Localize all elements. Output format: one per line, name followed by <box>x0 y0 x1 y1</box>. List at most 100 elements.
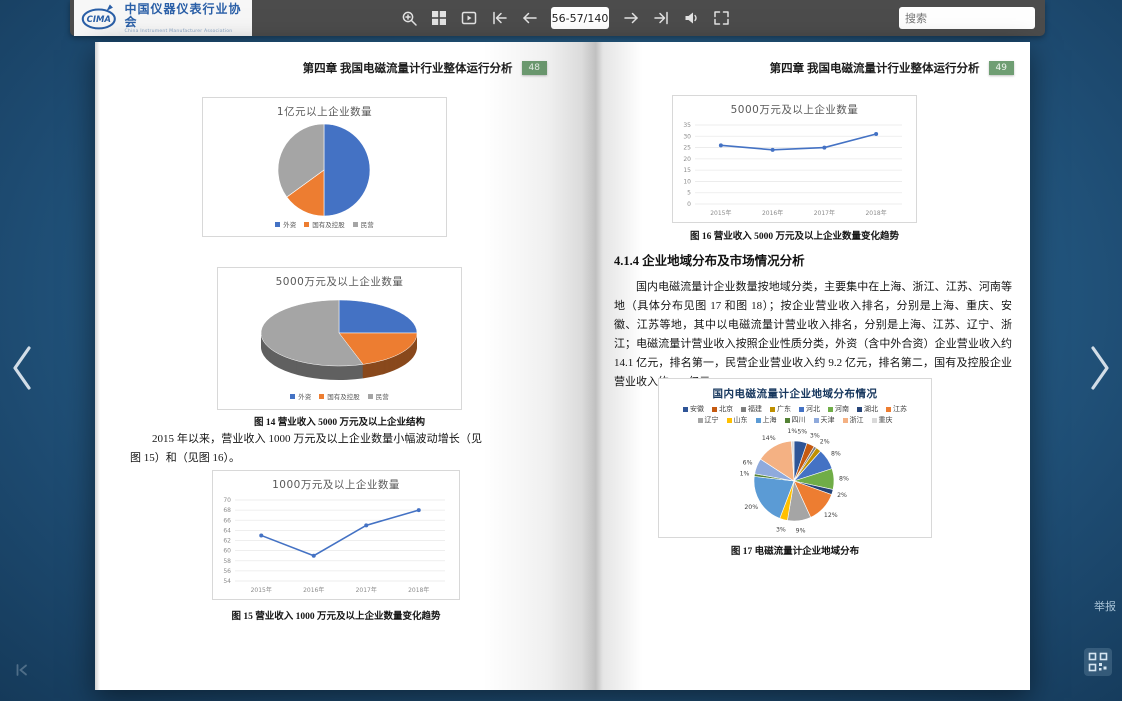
next-spread-arrow[interactable] <box>1080 340 1120 396</box>
ghost-first-page-button[interactable] <box>14 662 30 682</box>
svg-text:68: 68 <box>223 507 231 514</box>
last-page-icon <box>653 10 670 26</box>
fig14-chart: 5000万元及以上企业数量 外资国有及控股民营 <box>217 267 462 410</box>
legend-item: 河北 <box>799 404 820 414</box>
right-chapter-title: 第四章 我国电磁流量计行业整体运行分析 <box>770 60 980 76</box>
fig16-title: 5000万元及以上企业数量 <box>731 102 859 117</box>
svg-text:54: 54 <box>223 578 231 585</box>
next-page-icon <box>623 10 640 26</box>
fig16-caption: 图 16 营业收入 5000 万元及以上企业数量变化趋势 <box>672 228 917 242</box>
legend-swatch <box>785 418 790 423</box>
legend-item: 民营 <box>368 391 389 401</box>
svg-text:2015年: 2015年 <box>710 209 731 217</box>
logo-org-name-cn: 中国仪器仪表行业协会 <box>124 3 247 29</box>
svg-text:20%: 20% <box>744 504 758 511</box>
first-page-button[interactable] <box>487 6 511 30</box>
svg-text:64: 64 <box>223 527 231 534</box>
right-page-header: 第四章 我国电磁流量计行业整体运行分析 49 <box>770 60 1014 76</box>
qr-code-icon <box>1088 652 1108 672</box>
svg-text:2017年: 2017年 <box>814 209 835 217</box>
svg-text:62: 62 <box>223 538 231 545</box>
svg-text:8%: 8% <box>839 476 849 483</box>
next-page-button[interactable] <box>619 6 643 30</box>
legend-item: 民营 <box>353 219 374 229</box>
thumbnails-icon <box>431 10 447 26</box>
page-indicator-input[interactable] <box>551 7 609 29</box>
fig13-legend: 外资国有及控股民营 <box>275 219 374 229</box>
toolbar: CIMA 中国仪器仪表行业协会 China Instrument Manufac… <box>70 0 1045 36</box>
left-page-number-badge: 48 <box>522 61 547 75</box>
legend-swatch <box>368 394 373 399</box>
page-49[interactable]: 第四章 我国电磁流量计行业整体运行分析 49 5000万元及以上企业数量 0 5 1… <box>563 42 1030 690</box>
last-page-button[interactable] <box>649 6 673 30</box>
search-input[interactable] <box>905 12 1050 25</box>
svg-text:9%: 9% <box>796 528 806 535</box>
search-box <box>899 7 1035 29</box>
fig13-chart: 1亿元以上企业数量 外资国有及控股民营 <box>202 97 447 237</box>
fig15-line-chart: 5456586062646668702015年2016年2017年2018年 <box>213 492 459 597</box>
slideshow-button[interactable] <box>457 6 481 30</box>
legend-swatch <box>683 407 688 412</box>
legend-item: 广东 <box>770 404 791 414</box>
prev-page-icon <box>521 10 538 26</box>
legend-swatch <box>727 418 732 423</box>
sound-button[interactable] <box>679 6 703 30</box>
legend-swatch <box>843 418 848 423</box>
svg-text:2018年: 2018年 <box>865 209 886 217</box>
fullscreen-icon <box>713 10 730 26</box>
chevron-right-icon <box>1087 344 1113 392</box>
page-48[interactable]: 第四章 我国电磁流量计行业整体运行分析 48 1亿元以上企业数量 外资国有及控股… <box>95 42 563 690</box>
fig15-chart: 1000万元及以上企业数量 5456586062646668702015年201… <box>212 470 460 600</box>
legend-swatch <box>756 418 761 423</box>
report-link[interactable]: 举报 <box>1094 598 1116 614</box>
svg-text:20: 20 <box>683 156 691 163</box>
zoom-in-button[interactable] <box>397 6 421 30</box>
svg-text:5%: 5% <box>797 429 807 436</box>
legend-swatch <box>814 418 819 423</box>
fig16-line-chart: 051015202530352015年2016年2017年2018年 <box>673 117 916 220</box>
svg-text:0: 0 <box>687 201 691 208</box>
legend-swatch <box>319 394 324 399</box>
fig14-caption: 图 14 营业收入 5000 万元及以上企业结构 <box>217 414 462 428</box>
legend-item: 江苏 <box>886 404 907 414</box>
svg-text:12%: 12% <box>824 512 838 519</box>
svg-text:2016年: 2016年 <box>762 209 783 217</box>
qr-code-button[interactable] <box>1084 648 1112 676</box>
fig15-caption: 图 15 营业收入 1000 万元及以上企业数量变化趋势 <box>212 608 460 622</box>
legend-swatch <box>353 222 358 227</box>
legend-item: 四川 <box>785 415 806 425</box>
thumbnails-button[interactable] <box>427 6 451 30</box>
right-page-number-badge: 49 <box>989 61 1014 75</box>
svg-text:5: 5 <box>687 190 691 197</box>
fig17-caption: 图 17 电磁流量计企业地域分布 <box>658 543 932 557</box>
svg-text:6%: 6% <box>743 459 753 466</box>
svg-text:2017年: 2017年 <box>356 586 377 594</box>
svg-text:2016年: 2016年 <box>303 586 324 594</box>
legend-swatch <box>712 407 717 412</box>
legend-item: 福建 <box>741 404 762 414</box>
legend-item: 外资 <box>290 391 311 401</box>
svg-text:3%: 3% <box>776 526 786 533</box>
left-page-header: 第四章 我国电磁流量计行业整体运行分析 48 <box>303 60 547 76</box>
prev-page-button[interactable] <box>517 6 541 30</box>
book-spread: 第四章 我国电磁流量计行业整体运行分析 48 1亿元以上企业数量 外资国有及控股… <box>95 42 1030 690</box>
fig17-title: 国内电磁流量计企业地域分布情况 <box>713 386 878 401</box>
legend-item: 浙江 <box>843 415 864 425</box>
svg-text:35: 35 <box>683 122 691 129</box>
legend-swatch <box>770 407 775 412</box>
prev-spread-arrow[interactable] <box>2 340 42 396</box>
legend-item: 辽宁 <box>698 415 719 425</box>
legend-item: 北京 <box>712 404 733 414</box>
svg-text:2%: 2% <box>837 492 847 499</box>
fullscreen-button[interactable] <box>709 6 733 30</box>
svg-text:1%: 1% <box>740 471 750 478</box>
logo-org-name-en: China Instrument Manufacturer Associatio… <box>124 29 247 34</box>
fig14-legend: 外资国有及控股民营 <box>290 391 389 401</box>
zoom-in-icon <box>401 10 418 27</box>
legend-item: 安徽 <box>683 404 704 414</box>
svg-text:70: 70 <box>223 497 231 504</box>
association-logo[interactable]: CIMA 中国仪器仪表行业协会 China Instrument Manufac… <box>74 0 252 36</box>
left-paragraph: 2015 年以来，营业收入 1000 万元及以上企业数量小幅波动增长（见图 15… <box>130 430 482 468</box>
svg-text:15: 15 <box>683 167 691 174</box>
first-page-ghost-icon <box>14 662 30 678</box>
